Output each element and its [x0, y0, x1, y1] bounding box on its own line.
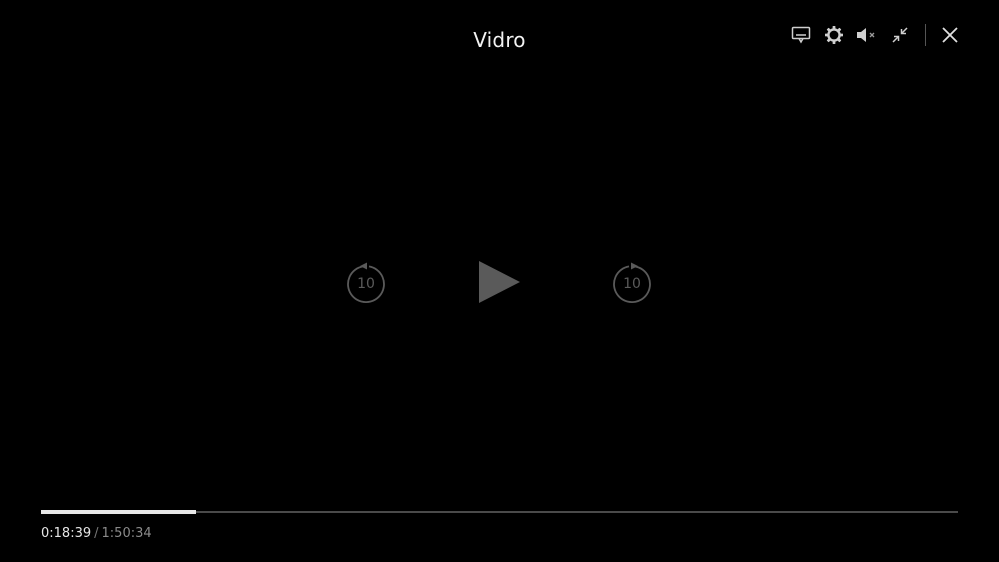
exit-fullscreen-icon [892, 27, 908, 43]
skip-back-label: 10 [357, 276, 375, 292]
skip-back-button[interactable]: 10 [344, 260, 388, 304]
time-separator: / [94, 526, 99, 541]
time-display: 0:18:39/1:50:34 [41, 526, 152, 541]
subtitles-button[interactable] [788, 22, 814, 48]
progress-bar[interactable] [41, 510, 958, 514]
settings-button[interactable] [821, 22, 847, 48]
close-button[interactable] [937, 22, 963, 48]
close-icon [942, 27, 958, 43]
progress-fill [41, 510, 196, 514]
current-time: 0:18:39 [41, 526, 92, 541]
play-button[interactable] [474, 257, 524, 307]
subtitles-icon [791, 26, 811, 44]
volume-button[interactable] [854, 22, 880, 48]
skip-forward-button[interactable]: 10 [610, 260, 654, 304]
video-player[interactable]: Vidro 10 10 0:18:39 / 1:50:34 [0, 0, 999, 562]
gear-icon [825, 26, 843, 44]
controls-divider [925, 24, 926, 46]
play-icon [479, 261, 520, 303]
skip-forward-label: 10 [623, 276, 641, 292]
volume-muted-icon [857, 28, 875, 42]
top-controls [781, 22, 963, 48]
exit-fullscreen-button[interactable] [887, 22, 913, 48]
center-controls: 10 10 [0, 255, 999, 311]
total-time: 1:50:34 [101, 526, 152, 541]
